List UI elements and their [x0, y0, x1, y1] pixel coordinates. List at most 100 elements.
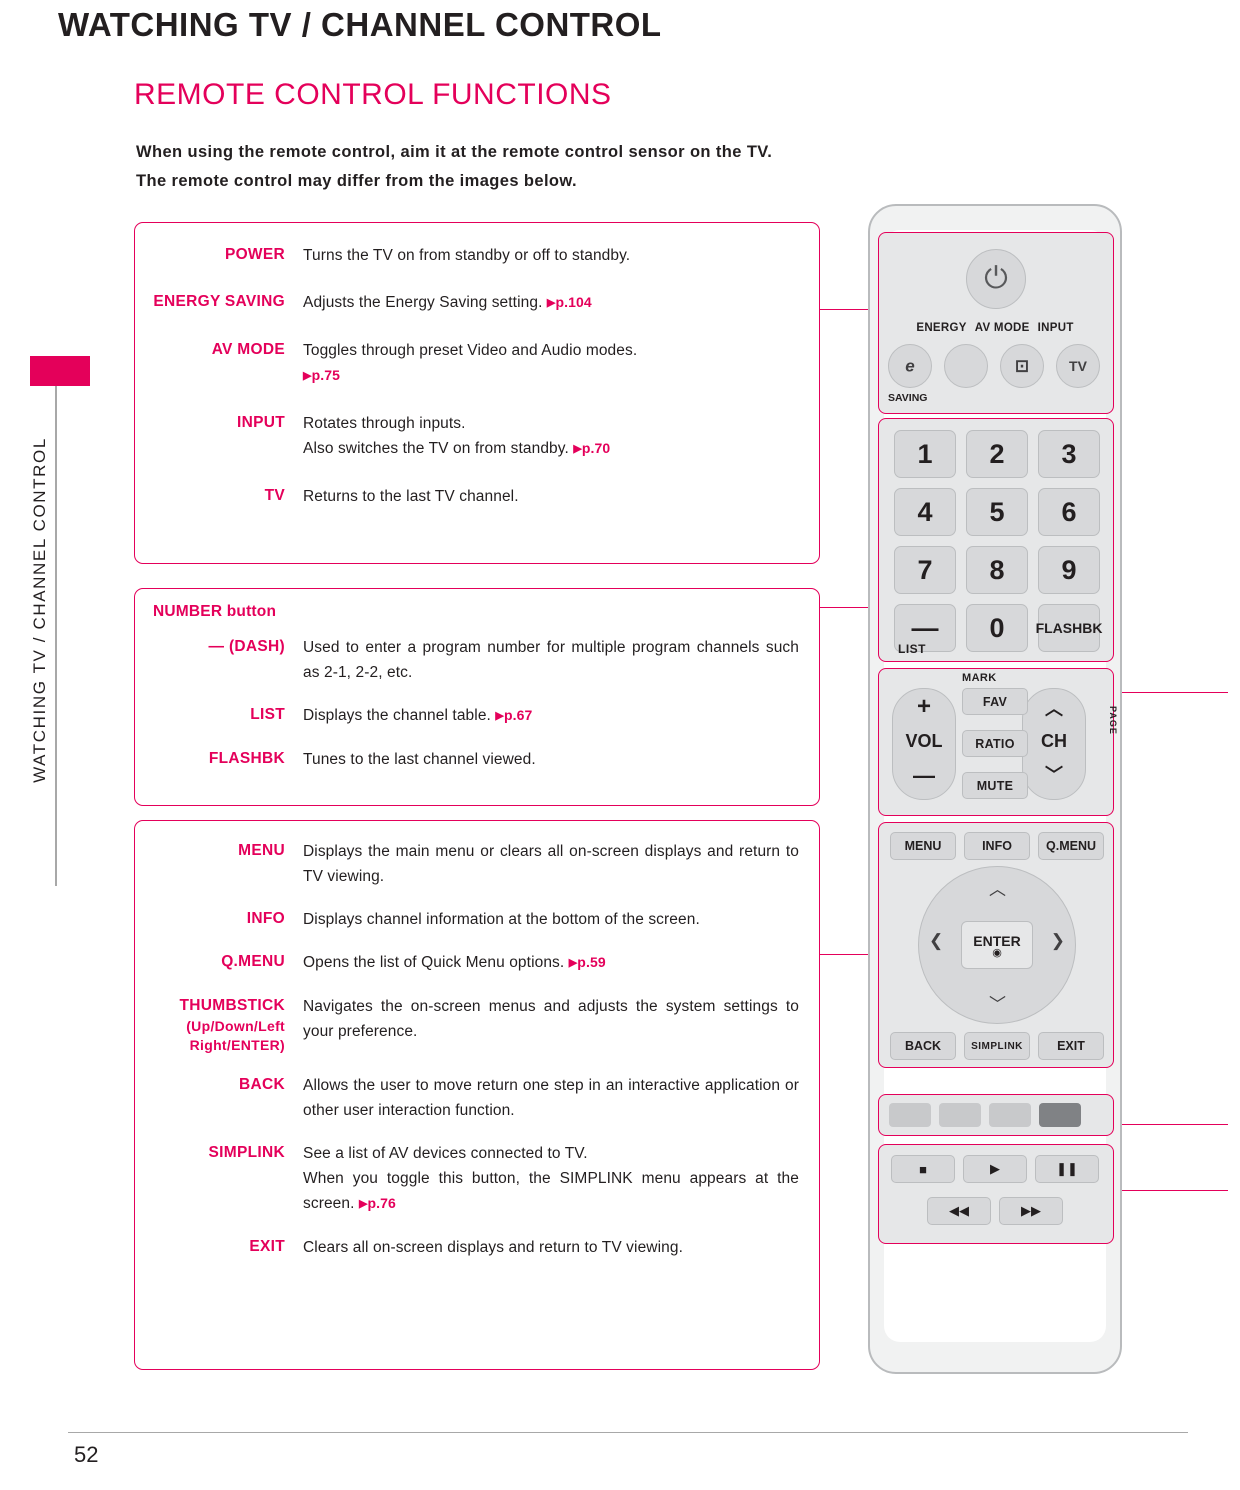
remote-mute-button[interactable]: MUTE — [962, 772, 1028, 799]
remote-menu-button[interactable]: MENU — [890, 832, 956, 860]
row-label-simplink: SIMPLINK — [208, 1144, 285, 1161]
remote-energy-saving-button[interactable]: e — [888, 344, 932, 388]
remote-color-key-2[interactable] — [939, 1103, 981, 1127]
table-row: THUMBSTICK (Up/Down/Left Right/ENTER) Na… — [135, 994, 819, 1055]
remote-thumbstick[interactable]: ︿ ❮ ❯ ﹀ ENTER ◉ — [918, 866, 1076, 1024]
input-icon: ⊡ — [1014, 356, 1030, 376]
row-label-back: BACK — [239, 1076, 285, 1093]
triangle-icon: ▶ — [573, 443, 582, 455]
row-label-qmenu: Q.MENU — [221, 953, 285, 970]
row-text-info: Displays channel information at the bott… — [303, 907, 819, 932]
remote-input-button[interactable]: ⊡ — [1000, 344, 1044, 388]
remote-ratio-button[interactable]: RATIO — [962, 730, 1028, 757]
row-text-av-mode-main: Toggles through preset Video and Audio m… — [303, 342, 638, 359]
remote-key-6[interactable]: 6 — [1038, 488, 1100, 536]
remote-power-button[interactable]: ⏻ — [966, 249, 1026, 309]
page-ref: ▶p.75 — [303, 367, 340, 383]
table-row: SIMPLINK See a list of AV devices connec… — [135, 1141, 819, 1217]
chevron-right-icon: ❯ — [1050, 931, 1065, 950]
row-label-list: LIST — [250, 706, 285, 723]
row-label-exit: EXIT — [249, 1238, 285, 1255]
remote-list-label: LIST — [898, 642, 926, 656]
page-ref-label: p.70 — [581, 440, 611, 456]
remote-key-0[interactable]: 0 — [966, 604, 1028, 652]
remote-key-8[interactable]: 8 — [966, 546, 1028, 594]
row-text-flashbk-main: Tunes to the last channel viewed. — [303, 751, 536, 768]
triangle-icon: ▶ — [568, 957, 578, 969]
side-tab-label: WATCHING TV / CHANNEL CONTROL — [30, 437, 49, 783]
remote-av-mode-button[interactable] — [944, 344, 988, 388]
remote-key-flashbk[interactable]: FLASHBK — [1036, 604, 1102, 652]
volume-down-icon: — — [913, 763, 935, 788]
page-ref: ▶p.67 — [495, 707, 532, 723]
remote-stop-button[interactable]: ■ — [891, 1155, 955, 1183]
table-row: FLASHBK Tunes to the last channel viewed… — [135, 747, 819, 772]
intro-line-2: The remote control may differ from the i… — [136, 172, 578, 190]
triangle-icon: ▶ — [495, 710, 504, 722]
remote-key-2[interactable]: 2 — [966, 430, 1028, 478]
chevron-up-icon: ︿ — [989, 880, 1006, 899]
remote-key-3[interactable]: 3 — [1038, 430, 1100, 478]
remote-color-key-1[interactable] — [889, 1103, 931, 1127]
table-row: EXIT Clears all on-screen displays and r… — [135, 1235, 819, 1260]
row-text-energy-saving: Adjusts the Energy Saving setting. ▶p.10… — [303, 290, 819, 316]
table-row: TV Returns to the last TV channel. — [135, 484, 819, 509]
remote-control-image: ⏻ ENERGY AV MODE INPUT SAVING e ⊡ TV 1 2 3… — [868, 204, 1122, 1374]
remote-simplink-button[interactable]: SIMPLINK — [964, 1032, 1030, 1060]
remote-pause-button[interactable]: ❚❚ — [1035, 1155, 1099, 1183]
remote-fastforward-button[interactable]: ▶▶ — [999, 1197, 1063, 1225]
channel-label: CH — [1041, 731, 1067, 751]
row-label-thumbstick-sub2: Right/ENTER) — [189, 1037, 285, 1053]
table-row: — (DASH) Used to enter a program number … — [135, 635, 819, 685]
remote-tv-button[interactable]: TV — [1056, 344, 1100, 388]
label-energy: ENERGY — [916, 322, 967, 334]
remote-key-1[interactable]: 1 — [894, 430, 956, 478]
remote-color-key-3[interactable] — [989, 1103, 1031, 1127]
remote-channel-rocker[interactable]: ︿ CH ﹀ — [1022, 688, 1086, 800]
row-text-simplink: See a list of AV devices connected to TV… — [303, 1141, 819, 1217]
row-text-input-second: Also switches the TV on from standby. — [303, 440, 569, 457]
volume-up-icon: + — [916, 693, 931, 720]
section-intro: When using the remote control, aim it at… — [136, 138, 772, 196]
remote-color-key-4[interactable] — [1039, 1103, 1081, 1127]
tv-label: TV — [1069, 358, 1087, 374]
row-text-exit: Clears all on-screen displays and return… — [303, 1235, 819, 1260]
row-text-info-main: Displays channel information at the bott… — [303, 911, 700, 928]
volume-label: VOL — [905, 731, 943, 751]
page-ref: ▶p.104 — [547, 294, 592, 310]
table-row: AV MODE Toggles through preset Video and… — [135, 338, 819, 389]
description-box-number: NUMBER button — (DASH) Used to enter a p… — [134, 588, 820, 806]
page-ref: ▶p.70 — [573, 440, 610, 456]
power-icon: ⏻ — [984, 262, 1008, 295]
remote-exit-button[interactable]: EXIT — [1038, 1032, 1104, 1060]
page-ref: ▶p.76 — [359, 1195, 396, 1211]
remote-playback-panel: ■ ▶ ❚❚ ◀◀ ▶▶ — [878, 1144, 1114, 1244]
remote-play-button[interactable]: ▶ — [963, 1155, 1027, 1183]
chevron-left-icon: ❮ — [929, 931, 944, 950]
row-label-av-mode: AV MODE — [211, 341, 285, 358]
remote-key-4[interactable]: 4 — [894, 488, 956, 536]
enter-dot-icon: ◉ — [992, 946, 1002, 959]
row-text-power-main: Turns the TV on from standby or off to s… — [303, 247, 631, 264]
row-text-back-main: Allows the user to move return one step … — [303, 1077, 799, 1119]
remote-fav-button[interactable]: FAV — [962, 688, 1028, 715]
remote-color-keys-panel — [878, 1094, 1114, 1136]
channel-down-icon: ﹀ — [1045, 765, 1063, 785]
remote-info-button[interactable]: INFO — [964, 832, 1030, 860]
remote-enter-button[interactable]: ENTER ◉ — [961, 921, 1033, 969]
remote-rewind-button[interactable]: ◀◀ — [927, 1197, 991, 1225]
triangle-icon: ▶ — [303, 370, 312, 382]
remote-qmenu-button[interactable]: Q.MENU — [1038, 832, 1104, 860]
chevron-down-icon: ﹀ — [989, 995, 1006, 1014]
remote-key-5[interactable]: 5 — [966, 488, 1028, 536]
table-row: MENU Displays the main menu or clears al… — [135, 839, 819, 889]
remote-back-button[interactable]: BACK — [890, 1032, 956, 1060]
remote-volume-rocker[interactable]: + VOL — — [892, 688, 956, 800]
remote-key-9[interactable]: 9 — [1038, 546, 1100, 594]
row-text-flashbk: Tunes to the last channel viewed. — [303, 747, 819, 772]
row-text-av-mode: Toggles through preset Video and Audio m… — [303, 338, 819, 389]
remote-key-7[interactable]: 7 — [894, 546, 956, 594]
side-divider — [55, 386, 57, 886]
page-title: WATCHING TV / CHANNEL CONTROL — [58, 6, 662, 43]
row-text-menu-main: Displays the main menu or clears all on-… — [303, 843, 799, 885]
